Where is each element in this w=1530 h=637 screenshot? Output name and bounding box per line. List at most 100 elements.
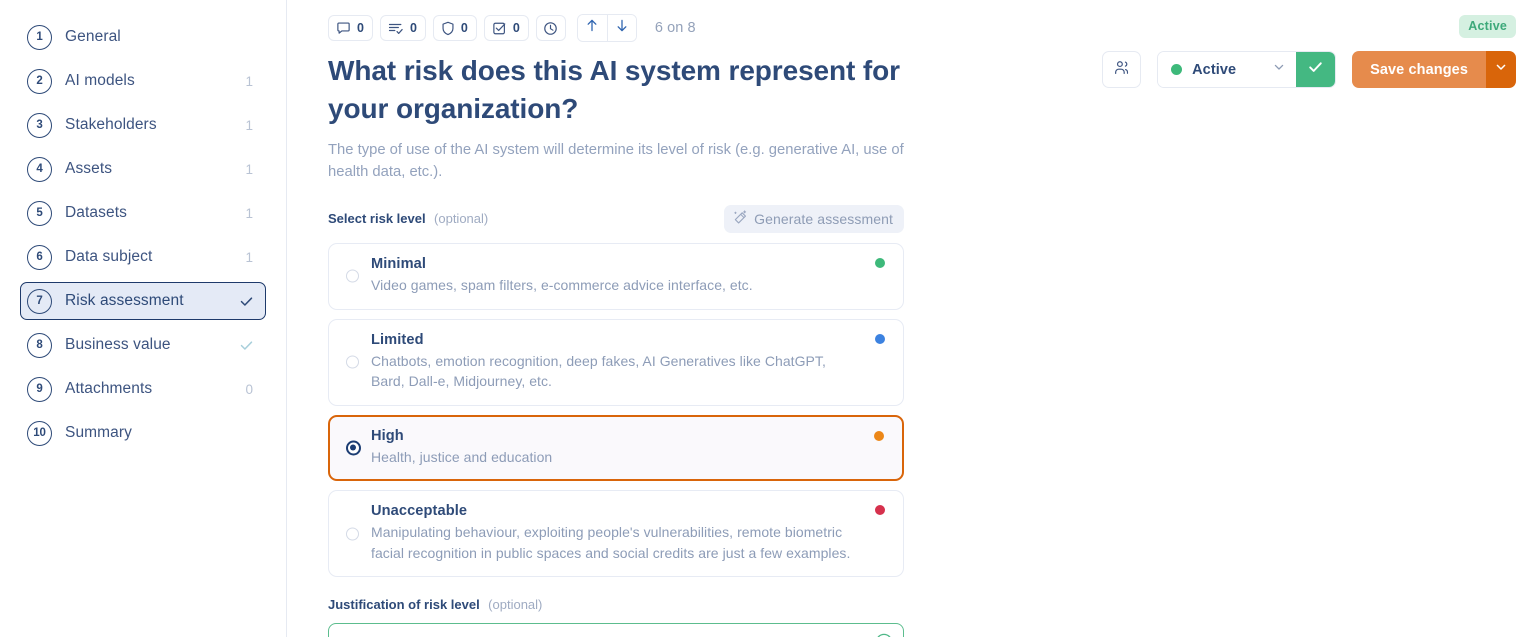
history-chip[interactable]: [535, 15, 566, 41]
check-icon: [239, 338, 255, 353]
sidebar-item-count: 1: [245, 205, 253, 221]
step-number: 8: [27, 332, 52, 358]
risk-level-color-dot: [875, 258, 885, 268]
clock-icon: [543, 21, 558, 36]
sidebar-item-label: AI models: [65, 72, 135, 89]
header-actions: Active Save changes: [1102, 51, 1516, 88]
risk-option-description: Health, justice and education: [371, 448, 553, 465]
page-title: What risk does this AI system represent …: [328, 55, 900, 124]
save-options-button[interactable]: [1486, 51, 1516, 88]
arrow-up-icon: [585, 18, 599, 38]
tasks-list-count: 0: [409, 21, 417, 35]
save-control-group: Save changes: [1352, 51, 1516, 88]
risk-level-label-group: Select risk level (optional): [328, 210, 488, 228]
shield-icon: [441, 21, 455, 36]
risk-level-options: Minimal Video games, spam filters, e-com…: [328, 243, 904, 577]
record-pager: [576, 14, 637, 42]
step-number: 4: [27, 156, 52, 182]
step-number: 6: [27, 244, 52, 270]
risk-option-title: Unacceptable: [371, 503, 468, 519]
step-number: 9: [27, 376, 52, 402]
generate-assessment-label: Generate assessment: [754, 211, 893, 227]
main-panel: Active 0 0 0 0 6 on 8 Active Save change…: [287, 0, 1530, 637]
sidebar-item-label: Stakeholders: [65, 116, 157, 133]
radio-button[interactable]: [346, 440, 361, 456]
risk-option-high[interactable]: High Health, justice and education: [328, 414, 904, 481]
users-icon: [1113, 59, 1131, 81]
justification-field-wrapper: [328, 623, 904, 637]
radio-button[interactable]: [346, 269, 359, 283]
risks-count: 0: [460, 21, 468, 35]
step-number: 2: [27, 68, 52, 94]
app-root: 1 General 2 AI models 1 3 Stakeholders 1…: [0, 0, 1530, 637]
radio-button[interactable]: [346, 527, 359, 540]
actions-chip[interactable]: 0: [483, 15, 529, 41]
task-check-icon: [492, 21, 507, 36]
check-icon: [239, 294, 255, 309]
justification-input[interactable]: [329, 624, 903, 637]
status-dropdown-value: Active: [1192, 61, 1237, 78]
risk-level-color-dot: [875, 505, 885, 515]
risks-chip[interactable]: 0: [432, 15, 477, 41]
step-number: 1: [27, 24, 52, 50]
record-position: 6 on 8: [654, 20, 696, 36]
generate-assessment-button[interactable]: Generate assessment: [724, 205, 904, 233]
arrow-down-icon: [615, 18, 629, 38]
sidebar-item-count: 1: [245, 161, 253, 177]
save-changes-button[interactable]: Save changes: [1352, 51, 1486, 88]
risk-level-color-dot: [875, 333, 885, 344]
previous-record-button[interactable]: [577, 15, 607, 41]
sidebar-item-label: Datasets: [65, 204, 127, 221]
sidebar-item-business-value[interactable]: 8 Business value: [20, 326, 266, 364]
magic-wand-icon: [733, 210, 748, 228]
question-content: What risk does this AI system represent …: [287, 42, 907, 637]
risk-option-minimal[interactable]: Minimal Video games, spam filters, e-com…: [328, 243, 904, 310]
risk-option-title: High: [371, 427, 404, 444]
sidebar-item-label: Summary: [65, 424, 133, 441]
sidebar-item-count: 1: [245, 73, 253, 89]
risk-option-title: Minimal: [371, 256, 427, 272]
sidebar-item-datasets[interactable]: 5 Datasets 1: [20, 194, 266, 232]
next-record-button[interactable]: [606, 15, 636, 41]
sidebar-item-label: Attachments: [65, 380, 153, 397]
risk-option-description: Manipulating behaviour, exploiting peopl…: [371, 524, 851, 561]
sidebar-item-ai-models[interactable]: 2 AI models 1: [20, 62, 266, 100]
tasks-list-chip[interactable]: 0: [379, 15, 426, 41]
justification-label-group: Justification of risk level (optional): [328, 596, 907, 614]
step-number: 7: [27, 288, 52, 314]
chevron-down-icon: [1494, 60, 1508, 79]
sidebar-item-label: Assets: [65, 160, 113, 177]
radio-button[interactable]: [346, 355, 359, 369]
share-users-button[interactable]: [1102, 51, 1142, 88]
comments-count: 0: [357, 21, 364, 35]
sidebar-item-label: General: [65, 28, 121, 45]
sidebar-item-count: 0: [245, 381, 253, 397]
question-subtitle: The type of use of the AI system will de…: [328, 142, 904, 180]
risk-option-description: Chatbots, emotion recognition, deep fake…: [371, 352, 826, 390]
sidebar-item-assets[interactable]: 4 Assets 1: [20, 150, 266, 188]
step-number: 3: [27, 112, 52, 138]
comments-chip[interactable]: 0: [328, 15, 373, 41]
risk-option-unacceptable[interactable]: Unacceptable Manipulating behaviour, exp…: [328, 490, 904, 577]
justification-label: Justification of risk level: [328, 597, 480, 612]
step-number: 10: [27, 420, 52, 446]
sidebar-item-label: Risk assessment: [65, 292, 184, 309]
sidebar-item-label: Business value: [65, 336, 171, 353]
risk-level-optional-hint: (optional): [434, 211, 489, 226]
record-toolbar: 0 0 0 0 6 on 8: [287, 0, 1530, 42]
sidebar-item-risk-assessment[interactable]: 7 Risk assessment: [20, 282, 266, 320]
status-dropdown[interactable]: Active: [1158, 52, 1297, 87]
check-icon: [1307, 59, 1324, 80]
sidebar-item-stakeholders[interactable]: 3 Stakeholders 1: [20, 106, 266, 144]
check-circle-icon: [875, 633, 893, 637]
sidebar-item-general[interactable]: 1 General: [20, 18, 266, 56]
risk-option-limited[interactable]: Limited Chatbots, emotion recognition, d…: [328, 318, 904, 406]
sidebar-item-count: 1: [245, 117, 253, 133]
status-badge: Active: [1459, 15, 1516, 38]
actions-count: 0: [512, 21, 520, 35]
sidebar-item-label: Data subject: [65, 248, 153, 265]
sidebar-item-summary[interactable]: 10 Summary: [20, 414, 266, 452]
sidebar-item-data-subject[interactable]: 6 Data subject 1: [20, 238, 266, 276]
sidebar-item-attachments[interactable]: 9 Attachments 0: [20, 370, 266, 408]
confirm-status-button[interactable]: [1296, 52, 1336, 87]
